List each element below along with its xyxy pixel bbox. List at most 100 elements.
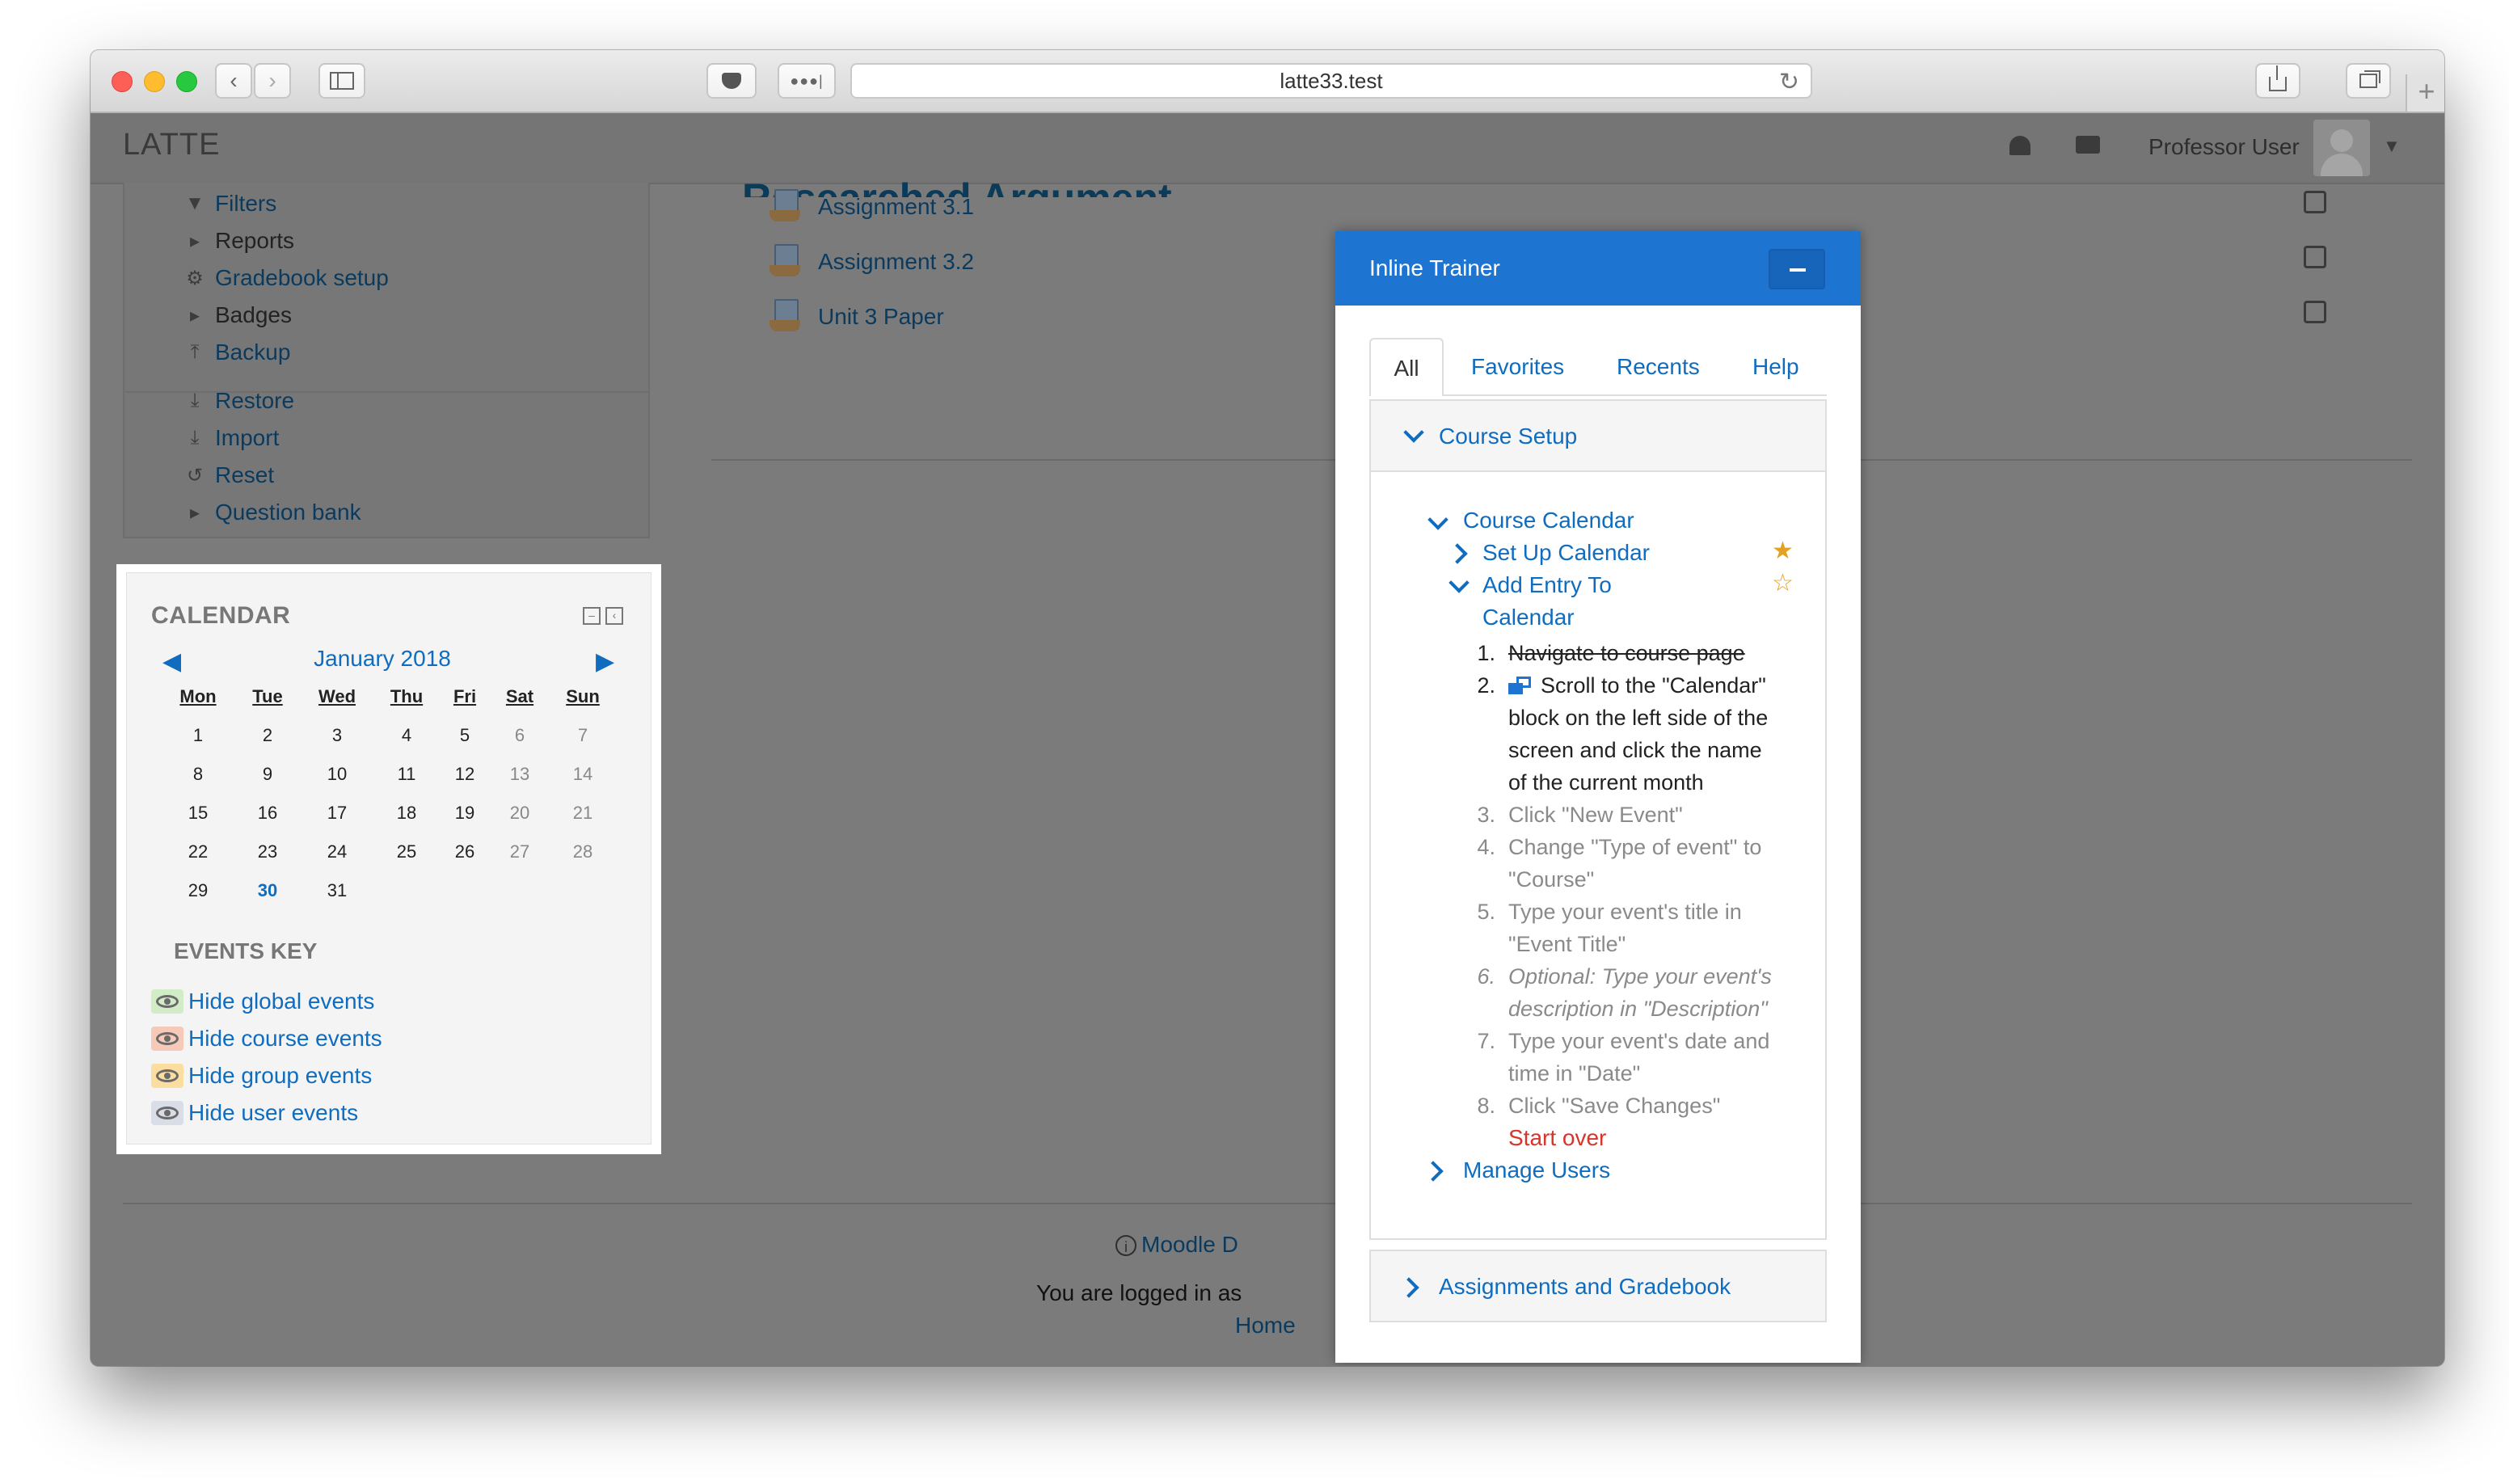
calendar-day[interactable]: 27 — [495, 841, 544, 862]
completion-checkbox[interactable] — [2304, 301, 2326, 323]
pocket-icon[interactable] — [706, 63, 757, 99]
chevron-down-icon[interactable] — [1427, 509, 1448, 530]
zoom-window-button[interactable] — [176, 71, 197, 92]
chevron-down-icon[interactable] — [1448, 572, 1470, 593]
admin-item-filters[interactable]: ▼ Filters — [181, 191, 276, 217]
calendar-day[interactable]: 31 — [313, 880, 361, 901]
open-in-new-window-icon[interactable] — [1508, 677, 1533, 694]
calendar-day[interactable]: 17 — [313, 803, 361, 824]
hide-user-events-link[interactable]: Hide user events — [151, 1100, 358, 1126]
calendar-day[interactable]: 23 — [243, 841, 292, 862]
close-window-button[interactable] — [112, 71, 133, 92]
admin-item-import[interactable]: ⤓ Import — [181, 425, 280, 451]
activity-unit-3-paper[interactable]: Unit 3 Paper — [770, 299, 944, 335]
calendar-day[interactable]: 3 — [313, 725, 361, 746]
calendar-day[interactable]: 26 — [441, 841, 489, 862]
calendar-day[interactable]: 29 — [174, 880, 222, 901]
tabs-icon[interactable] — [2346, 63, 2391, 99]
admin-item-badges[interactable]: ▸ Badges — [181, 302, 292, 328]
tab-favorites[interactable]: Favorites — [1471, 338, 1564, 396]
favorite-filled-star-icon[interactable]: ★ — [1772, 537, 1794, 565]
completion-checkbox[interactable] — [2304, 246, 2326, 268]
minimize-icon[interactable] — [1769, 249, 1825, 289]
new-tab-icon[interactable]: + — [2406, 74, 2444, 112]
back-icon[interactable]: ‹ — [215, 63, 252, 99]
notifications-icon[interactable] — [2009, 131, 2030, 155]
assignments-gradebook-header[interactable]: Assignments and Gradebook — [1369, 1250, 1827, 1322]
calendar-day[interactable]: 10 — [313, 764, 361, 785]
tab-recents[interactable]: Recents — [1617, 338, 1700, 396]
calendar-day[interactable]: 22 — [174, 841, 222, 862]
course-calendar-link[interactable]: Course Calendar — [1463, 508, 1634, 533]
calendar-day[interactable]: 28 — [559, 841, 607, 862]
minimize-block-icon[interactable]: – — [583, 607, 601, 625]
hide-group-events-link[interactable]: Hide group events — [151, 1063, 372, 1089]
admin-item-question-bank[interactable]: ▸ Question bank — [181, 500, 361, 525]
activity-assignment-3-2[interactable]: Assignment 3.2 — [770, 244, 974, 280]
calendar-day[interactable]: 2 — [243, 725, 292, 746]
avatar[interactable] — [2313, 120, 2370, 176]
calendar-day[interactable]: 19 — [441, 803, 489, 824]
admin-item-restore[interactable]: ⤓ Restore — [181, 388, 294, 414]
forward-icon[interactable]: › — [254, 63, 291, 99]
calendar-day[interactable]: 8 — [174, 764, 222, 785]
step-number: 2. — [1477, 673, 1495, 698]
completion-checkbox[interactable] — [2304, 191, 2326, 213]
calendar-day[interactable]: 4 — [382, 725, 431, 746]
admin-item-reset[interactable]: ↺ Reset — [181, 462, 274, 488]
previous-month-icon[interactable]: ◀ — [162, 647, 181, 676]
sidebar-icon[interactable] — [318, 63, 365, 99]
moodle-docs-link[interactable]: i Moodle D — [1115, 1232, 1238, 1258]
calendar-day[interactable]: 25 — [382, 841, 431, 862]
calendar-day[interactable]: 5 — [441, 725, 489, 746]
calendar-day[interactable]: 1 — [174, 725, 222, 746]
tab-all[interactable]: All — [1369, 338, 1444, 396]
activity-assignment-3-1[interactable]: Assignment 3.1 — [770, 189, 974, 225]
chevron-right-icon[interactable] — [1447, 543, 1468, 564]
set-up-calendar-link[interactable]: Set Up Calendar — [1482, 540, 1650, 566]
add-entry-link-line1[interactable]: Add Entry To — [1482, 572, 1612, 598]
calendar-day[interactable]: 12 — [441, 764, 489, 785]
calendar-day[interactable]: 20 — [495, 803, 544, 824]
admin-item-backup[interactable]: ⤒ Backup — [181, 339, 291, 365]
step-number: 8. — [1477, 1094, 1495, 1118]
address-bar[interactable]: latte33.test ↻ — [850, 63, 1812, 99]
site-brand[interactable]: LATTE — [123, 128, 220, 162]
course-setup-header[interactable]: Course Setup — [1369, 399, 1827, 472]
start-over-link[interactable]: Start over — [1508, 1125, 1606, 1151]
tab-help[interactable]: Help — [1752, 338, 1799, 396]
calendar-day[interactable]: 13 — [495, 764, 544, 785]
admin-item-gradebook-setup[interactable]: ⚙ Gradebook setup — [181, 265, 389, 291]
calendar-day[interactable]: 6 — [495, 725, 544, 746]
dock-block-icon[interactable]: ‹ — [605, 607, 623, 625]
calendar-day[interactable]: 9 — [243, 764, 292, 785]
calendar-day[interactable]: 11 — [382, 764, 431, 785]
calendar-day[interactable]: 21 — [559, 803, 607, 824]
admin-item-reports[interactable]: ▸ Reports — [181, 228, 294, 254]
share-icon[interactable] — [2255, 63, 2300, 99]
messages-icon[interactable] — [2076, 131, 2100, 154]
calendar-day[interactable]: 18 — [382, 803, 431, 824]
home-link[interactable]: Home — [1235, 1313, 1296, 1339]
hide-global-events-link[interactable]: Hide global events — [151, 989, 374, 1014]
step-text[interactable]: Scroll to the "Calendar" block on the lef… — [1508, 669, 1799, 799]
chevron-down-icon[interactable]: ▼ — [2383, 136, 2401, 157]
chevron-right-icon[interactable] — [1423, 1161, 1444, 1182]
next-month-icon[interactable]: ▶ — [596, 647, 614, 676]
minimize-window-button[interactable] — [144, 71, 165, 92]
calendar-day[interactable]: 30 — [243, 880, 292, 901]
reload-icon[interactable]: ↻ — [1779, 68, 1799, 96]
calendar-day[interactable]: 14 — [559, 764, 607, 785]
hide-course-events-link[interactable]: Hide course events — [151, 1026, 382, 1052]
favorite-empty-star-icon[interactable]: ☆ — [1772, 569, 1794, 597]
extensions-icon[interactable]: ●●●| — [778, 63, 836, 99]
user-name[interactable]: Professor User — [2148, 134, 2300, 160]
calendar-day[interactable]: 24 — [313, 841, 361, 862]
calendar-day[interactable]: 16 — [243, 803, 292, 824]
calendar-day[interactable]: 7 — [559, 725, 607, 746]
step-number: 6. — [1477, 964, 1495, 989]
calendar-day[interactable]: 15 — [174, 803, 222, 824]
add-entry-link-line2[interactable]: Calendar — [1482, 605, 1575, 630]
calendar-month-link[interactable]: January 2018 — [224, 646, 541, 672]
manage-users-link[interactable]: Manage Users — [1463, 1157, 1610, 1183]
